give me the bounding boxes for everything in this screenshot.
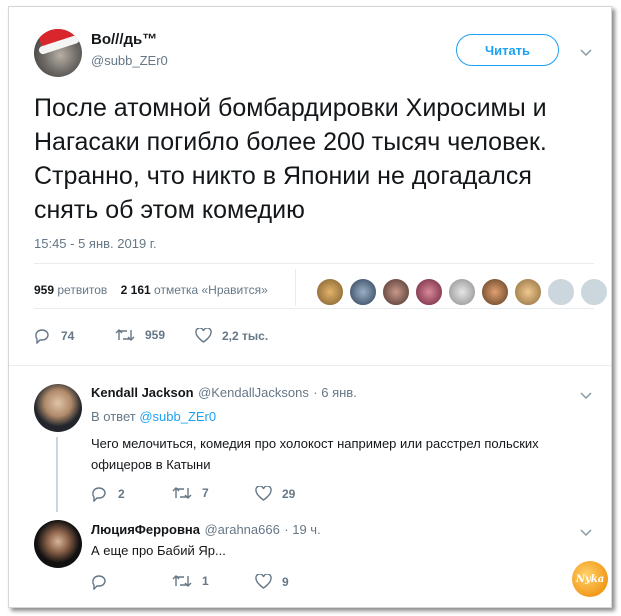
reply-icon — [92, 575, 106, 590]
heart-icon — [255, 486, 272, 501]
reply-icon — [35, 329, 49, 344]
chevron-down-icon[interactable] — [580, 46, 592, 60]
liker-avatar[interactable] — [382, 278, 410, 306]
reply-text: Чего мелочиться, комедия про холокост на… — [91, 436, 539, 472]
likes-label[interactable]: отметка «Нравится» — [154, 283, 268, 297]
site-watermark-logo: Nyka — [572, 561, 608, 597]
reply-to-prefix: В ответ — [91, 409, 136, 424]
liker-avatar[interactable] — [448, 278, 476, 306]
like-count: 2,2 тыс. — [222, 328, 269, 343]
divider — [34, 308, 594, 309]
like-count: 9 — [282, 574, 289, 589]
reply-avatar[interactable] — [34, 384, 82, 432]
author-handle[interactable]: @subb_ZEr0 — [91, 53, 168, 68]
default-avatar-icon[interactable] — [547, 278, 575, 306]
reply-count: 2 — [118, 487, 125, 501]
retweets-label[interactable]: ретвитов — [57, 283, 107, 297]
author-name[interactable]: Bo///дь™ — [91, 31, 157, 48]
liker-avatar[interactable] — [415, 278, 443, 306]
reply-time[interactable]: · 6 янв. — [313, 385, 357, 400]
reply-action[interactable]: 2 — [91, 486, 125, 502]
divider — [34, 263, 594, 264]
like-action[interactable]: 29 — [255, 486, 295, 501]
retweet-action[interactable]: 7 — [172, 486, 209, 500]
heart-icon — [195, 328, 212, 343]
like-action[interactable]: 2,2 тыс. — [195, 328, 268, 343]
reply-text: А еще про Бабий Яр... — [91, 543, 226, 558]
liker-avatar[interactable] — [514, 278, 542, 306]
reply-author-handle[interactable]: @arahna666 — [204, 522, 279, 537]
likes-count[interactable]: 2 161 — [121, 283, 151, 297]
reply-action[interactable]: 74 — [34, 328, 74, 344]
engagement-stats: 959 ретвитов 2 161 отметка «Нравится» — [34, 283, 268, 297]
liker-avatar[interactable] — [316, 278, 344, 306]
retweet-count: 959 — [145, 328, 166, 342]
heart-icon — [255, 574, 272, 589]
reply-author-name[interactable]: Kendall Jackson — [91, 385, 194, 400]
reply-icon — [92, 487, 106, 502]
reply-avatar[interactable] — [34, 520, 82, 568]
chevron-down-icon[interactable] — [580, 389, 592, 403]
liker-avatars — [316, 278, 611, 306]
reply-header: Kendall Jackson @KendallJacksons · 6 янв… — [91, 384, 357, 402]
reply-to-handle[interactable]: @subb_ZEr0 — [139, 409, 216, 424]
retweet-icon — [172, 487, 192, 499]
like-action[interactable]: 9 — [255, 574, 289, 589]
reply-author-handle[interactable]: @KendallJacksons — [198, 385, 309, 400]
reply-header: ЛюцияФерровна @arahna666 · 19 ч. — [91, 521, 321, 539]
retweets-count[interactable]: 959 — [34, 283, 54, 297]
retweet-count: 1 — [202, 574, 209, 588]
author-avatar[interactable] — [34, 29, 82, 77]
divider — [9, 365, 611, 366]
retweet-action[interactable]: 959 — [115, 328, 165, 342]
retweet-count: 7 — [202, 486, 209, 500]
tweet-text: После атомной бомбардировки Хиросимы и Н… — [34, 94, 547, 224]
reply-to-line: В ответ @subb_ZEr0 — [91, 409, 216, 424]
santa-hat-icon — [36, 29, 78, 51]
reply-author-name[interactable]: ЛюцияФерровна — [91, 522, 200, 537]
liker-avatar[interactable] — [349, 278, 377, 306]
reply-action[interactable] — [91, 574, 118, 590]
stats-divider — [295, 269, 296, 306]
reply-time[interactable]: · 19 ч. — [284, 522, 320, 537]
reply-count: 74 — [61, 329, 75, 343]
thread-connector — [56, 437, 58, 512]
tweet-screenshot: Bo///дь™ @subb_ZEr0 Читать После атомной… — [8, 6, 612, 608]
like-count: 29 — [282, 486, 296, 501]
retweet-icon — [115, 329, 135, 341]
watermark-text: Nyka — [575, 573, 605, 585]
retweet-action[interactable]: 1 — [172, 574, 209, 588]
retweet-icon — [172, 575, 192, 587]
tweet-timestamp[interactable]: 15:45 - 5 янв. 2019 г. — [34, 236, 157, 251]
chevron-down-icon[interactable] — [580, 526, 592, 540]
liker-avatar[interactable] — [481, 278, 509, 306]
follow-button[interactable]: Читать — [456, 34, 559, 66]
default-avatar-icon[interactable] — [580, 278, 608, 306]
